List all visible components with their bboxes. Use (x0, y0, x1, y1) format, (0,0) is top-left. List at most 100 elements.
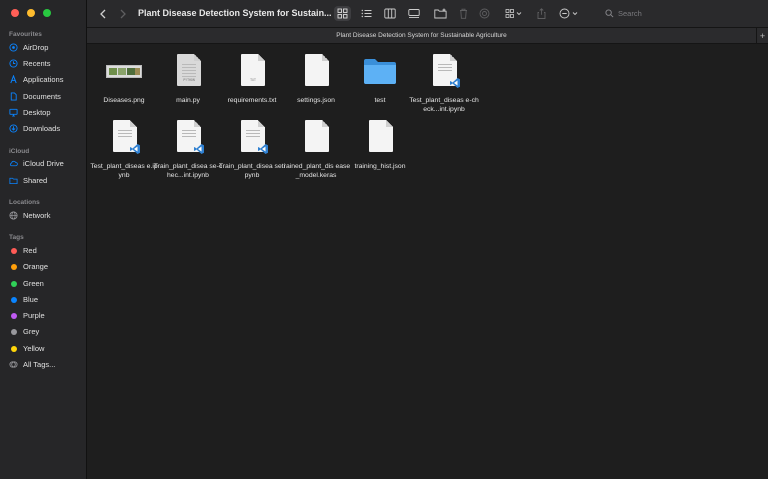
column-view-button[interactable] (382, 6, 397, 21)
keras-file-icon (296, 118, 336, 158)
file-name: settings.json (297, 97, 335, 104)
sidebar-item-documents[interactable]: Documents (9, 90, 61, 103)
sidebar-item-label: Documents (23, 92, 61, 101)
file-item-settings-json[interactable]: settings.json (281, 52, 351, 105)
tab-folder-title[interactable]: Plant Disease Detection System for Susta… (87, 32, 756, 39)
vscode-icon (130, 144, 140, 154)
sidebar-item-label: Green (23, 279, 44, 288)
notebook-file-icon (168, 118, 208, 158)
new-folder-button[interactable] (433, 6, 448, 21)
sidebar-item-label: AirDrop (23, 43, 49, 52)
sidebar-item-downloads[interactable]: Downloads (9, 122, 60, 135)
action-menu-button[interactable] (557, 6, 581, 21)
airdrop-icon (479, 8, 489, 19)
file-name: trained_plant_dis ease_model.keras (281, 163, 351, 179)
finder-window: Favourites AirDrop Recents Applications … (0, 0, 768, 479)
group-grid-icon (505, 9, 522, 18)
sidebar-item-label: Yellow (23, 344, 45, 353)
sidebar-item-label: Applications (23, 75, 64, 84)
vscode-icon (450, 78, 460, 88)
json-file-icon (360, 118, 400, 158)
download-icon (9, 124, 18, 133)
sidebar-tag-blue[interactable]: Blue (9, 293, 38, 306)
sidebar-item-label: Purple (23, 311, 45, 320)
all-tags-icon (9, 360, 18, 369)
trash-button[interactable] (458, 6, 468, 21)
sidebar-tag-grey[interactable]: Grey (9, 325, 39, 338)
file-type-label: PYTHON (183, 78, 195, 82)
file-item-test-checkpoint-ipynb[interactable]: Test_plant_diseas e-check...int.ipynb (409, 52, 479, 114)
tag-color-dot (10, 296, 17, 303)
document-icon (9, 92, 18, 101)
sidebar-tag-all-tags[interactable]: All Tags... (9, 358, 55, 371)
tab-bar: Plant Disease Detection System for Susta… (87, 28, 768, 44)
sidebar-item-airdrop[interactable]: AirDrop (9, 41, 48, 54)
file-item-main-py[interactable]: PYTHON main.py (153, 52, 223, 105)
sidebar-item-applications[interactable]: Applications (9, 73, 63, 86)
cloud-icon (9, 159, 18, 168)
sidebar-item-icloud-drive[interactable]: iCloud Drive (9, 157, 64, 170)
search-field[interactable]: Search (602, 6, 762, 21)
shared-folder-icon (9, 176, 18, 185)
image-file-icon (104, 52, 144, 92)
sidebar-item-recents[interactable]: Recents (9, 57, 51, 70)
file-item-requirements-txt[interactable]: TXT requirements.txt (217, 52, 287, 105)
file-name: main.py (176, 97, 200, 104)
sidebar-item-label: Blue (23, 295, 39, 304)
gallery-view-button[interactable] (406, 6, 421, 21)
window-controls (11, 9, 51, 17)
chevron-left-icon (100, 9, 106, 19)
columns-icon (383, 8, 396, 19)
window-title: Plant Disease Detection System for Susta… (138, 8, 332, 18)
file-item-training-hist-json[interactable]: training_hist.json (345, 118, 415, 171)
sidebar-tag-green[interactable]: Green (9, 277, 44, 290)
group-by-button[interactable] (503, 6, 525, 21)
sidebar: Favourites AirDrop Recents Applications … (0, 0, 87, 479)
share-button[interactable] (536, 6, 547, 21)
file-name: Diseases.png (103, 97, 145, 104)
file-item-train-ipynb[interactable]: Train_plant_disea se.ipynb (217, 118, 287, 180)
file-item-test-ipynb[interactable]: Test_plant_diseas e.ipynb (89, 118, 159, 180)
folder-icon (360, 52, 400, 92)
share-icon (537, 8, 546, 19)
tag-color-dot (10, 345, 17, 352)
sidebar-item-label: iCloud Drive (23, 159, 64, 168)
sidebar-header-favourites: Favourites (9, 31, 42, 38)
icon-view-button[interactable] (334, 6, 351, 21)
forward-button[interactable] (117, 7, 129, 21)
notebook-file-icon (232, 118, 272, 158)
sidebar-tag-purple[interactable]: Purple (9, 309, 45, 322)
trash-icon (459, 8, 467, 19)
tag-color-dot (10, 263, 17, 270)
sidebar-item-desktop[interactable]: Desktop (9, 106, 51, 119)
close-window-button[interactable] (11, 9, 19, 17)
file-item-train-checkpoint-ipynb[interactable]: Train_plant_disea se-chec...int.ipynb (153, 118, 223, 180)
vscode-icon (258, 144, 268, 154)
folder-item-test[interactable]: test (345, 52, 415, 105)
fullscreen-window-button[interactable] (43, 9, 51, 17)
sidebar-item-label: Downloads (23, 124, 61, 133)
file-item-model-keras[interactable]: trained_plant_dis ease_model.keras (281, 118, 351, 180)
gallery-icon (407, 9, 420, 18)
list-view-button[interactable] (359, 6, 374, 21)
file-item-diseases-png[interactable]: Diseases.png (89, 52, 159, 105)
airdrop-icon (9, 43, 18, 52)
sidebar-tag-yellow[interactable]: Yellow (9, 342, 44, 355)
minimize-window-button[interactable] (27, 9, 35, 17)
sidebar-item-label: Desktop (23, 108, 51, 117)
file-type-label: TXT (250, 78, 256, 82)
json-file-icon (296, 52, 336, 92)
sidebar-tag-orange[interactable]: Orange (9, 260, 48, 273)
search-icon (605, 9, 614, 18)
sidebar-item-label: Grey (23, 327, 40, 336)
text-file-icon: TXT (232, 52, 272, 92)
sidebar-item-network[interactable]: Network (9, 209, 51, 222)
back-button[interactable] (97, 7, 109, 21)
sidebar-tag-red[interactable]: Red (9, 244, 37, 257)
airdrop-share-button[interactable] (478, 6, 490, 21)
file-name: training_hist.json (354, 163, 406, 170)
sidebar-item-label: Network (23, 211, 51, 220)
sidebar-item-shared[interactable]: Shared (9, 174, 47, 187)
file-name: Test_plant_diseas e.ipynb (90, 163, 158, 179)
new-tab-button[interactable]: + (756, 28, 768, 44)
